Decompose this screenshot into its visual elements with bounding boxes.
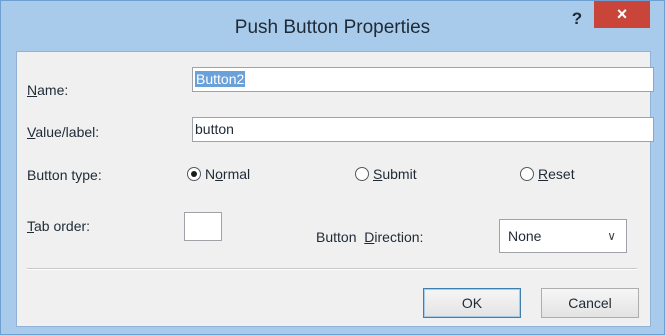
radio-submit[interactable]: Submit — [355, 164, 417, 184]
value-label-label: Value/label: — [27, 124, 99, 140]
button-direction-label-prefix: Button — [316, 229, 365, 245]
button-direction-select[interactable]: None ∨ — [499, 219, 627, 253]
separator — [27, 268, 637, 270]
cancel-button[interactable]: Cancel — [541, 288, 639, 318]
radio-normal-circle — [187, 167, 201, 181]
radio-selected-dot — [191, 171, 197, 177]
dialog-body: Name: Button2 Value/label: button Button… — [16, 51, 654, 327]
tab-order-label-accel: T — [27, 218, 34, 234]
radio-reset-label: Reset — [538, 166, 575, 182]
dialog-window: Push Button Properties ? × Name: Button2… — [0, 0, 665, 335]
radio-reset[interactable]: Reset — [520, 164, 575, 184]
tab-order-input[interactable] — [184, 212, 222, 241]
radio-submit-label: Submit — [373, 166, 417, 182]
button-direction-label: Button Direction: — [316, 229, 423, 245]
radio-reset-circle — [520, 167, 534, 181]
close-button[interactable]: × — [594, 1, 650, 28]
button-type-label: Button type: — [27, 167, 102, 183]
name-label: Name: — [27, 82, 68, 98]
radio-submit-circle — [355, 167, 369, 181]
name-label-accel: N — [27, 82, 38, 98]
help-button[interactable]: ? — [563, 7, 591, 31]
title-bar[interactable]: Push Button Properties ? × — [1, 1, 664, 51]
value-label-input[interactable]: button — [192, 117, 654, 142]
button-direction-label-rest: irection: — [374, 229, 424, 245]
tab-order-label: Tab order: — [27, 218, 90, 234]
chevron-down-icon: ∨ — [607, 229, 616, 243]
radio-normal[interactable]: Normal — [187, 164, 250, 184]
button-direction-label-accel: D — [364, 229, 375, 245]
ok-button[interactable]: OK — [423, 288, 521, 318]
name-input-value: Button2 — [195, 71, 246, 87]
value-label-rest: alue/label: — [35, 124, 100, 140]
radio-normal-label: Normal — [205, 166, 251, 182]
name-input[interactable]: Button2 — [192, 67, 654, 92]
button-direction-value: None — [508, 228, 542, 244]
name-label-rest: ame: — [37, 82, 69, 98]
tab-order-label-rest: ab order: — [34, 218, 91, 234]
